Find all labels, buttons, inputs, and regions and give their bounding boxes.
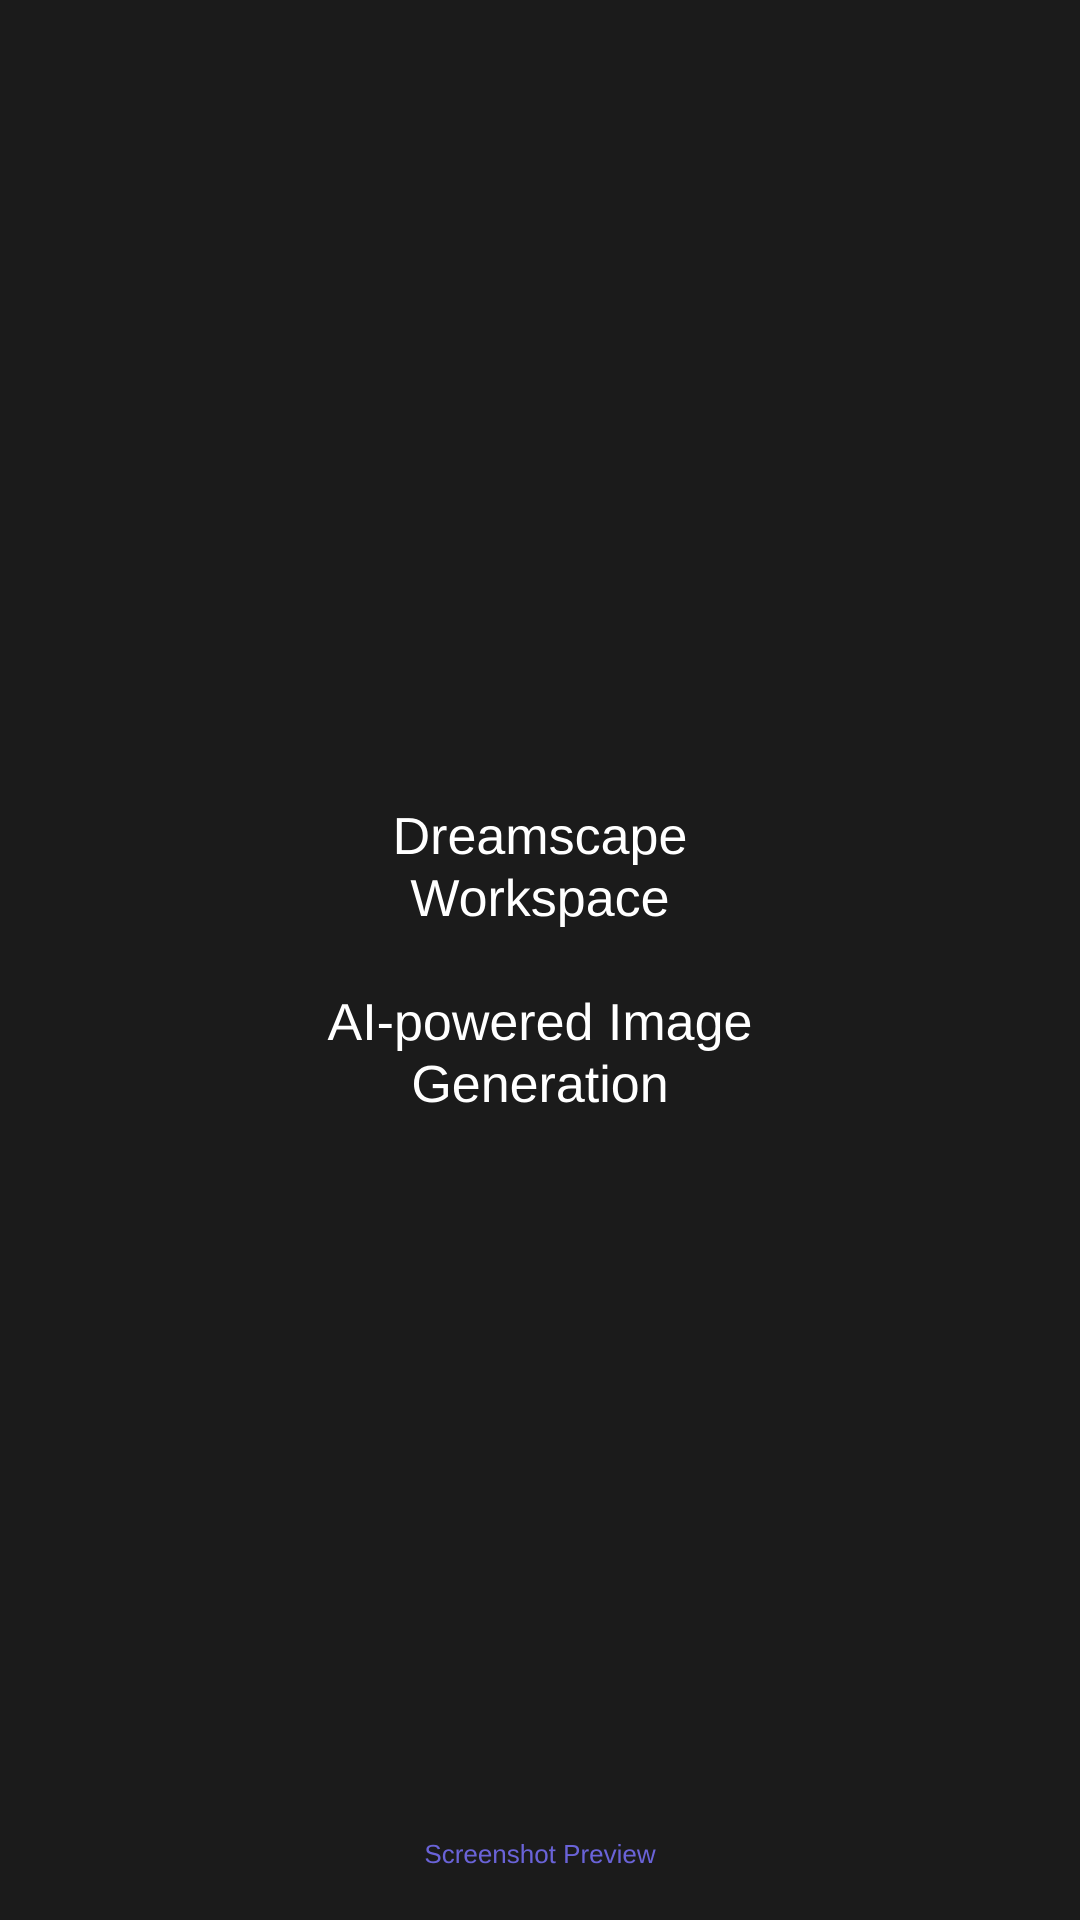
app-tagline-line-2: Generation [411, 1056, 669, 1114]
app-title-line-2: Workspace [410, 870, 670, 928]
app-title: Dreamscape Workspace [0, 806, 1080, 930]
screenshot-preview-link[interactable]: Screenshot Preview [0, 1838, 1080, 1870]
app-tagline: AI-powered Image Generation [0, 992, 1080, 1116]
app-title-line-1: Dreamscape [392, 808, 688, 866]
app-tagline-line-1: AI-powered Image [327, 994, 753, 1052]
splash-screen: Dreamscape Workspace AI-powered Image Ge… [0, 0, 1080, 1920]
